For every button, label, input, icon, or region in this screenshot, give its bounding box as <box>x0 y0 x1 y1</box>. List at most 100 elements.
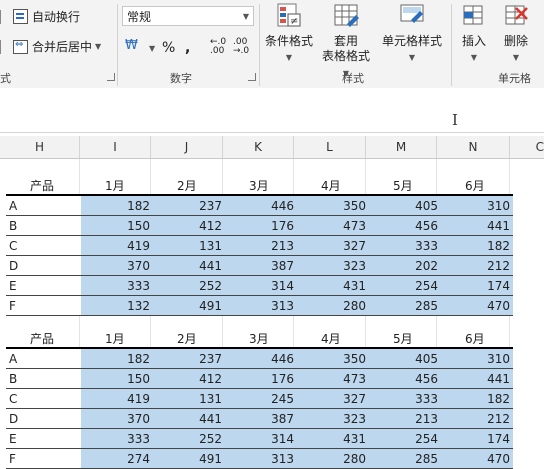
value-cell[interactable]: 419 <box>81 388 153 409</box>
header-cell[interactable]: 2月 <box>153 329 225 349</box>
wrap-text-button[interactable]: 自动换行 <box>0 8 80 25</box>
value-cell[interactable]: 313 <box>225 295 297 316</box>
value-cell[interactable]: 131 <box>153 235 225 256</box>
value-cell[interactable]: 333 <box>81 275 153 296</box>
value-cell[interactable]: 314 <box>225 275 297 296</box>
value-cell[interactable]: 174 <box>441 428 513 449</box>
header-cell[interactable]: 1月 <box>81 329 153 349</box>
value-cell[interactable]: 132 <box>81 295 153 316</box>
cell-styles-button[interactable]: 单元格样式 ▼ <box>378 0 446 65</box>
header-cell[interactable]: 3月 <box>225 176 297 196</box>
row-label-cell[interactable]: B <box>6 215 81 236</box>
value-cell[interactable]: 412 <box>153 215 225 236</box>
value-cell[interactable]: 350 <box>297 195 369 216</box>
dialog-launcher-icon[interactable] <box>107 73 115 81</box>
value-cell[interactable]: 441 <box>441 368 513 389</box>
row-label-cell[interactable]: F <box>6 295 81 316</box>
value-cell[interactable]: 327 <box>297 235 369 256</box>
value-cell[interactable]: 310 <box>441 195 513 216</box>
value-cell[interactable]: 212 <box>441 408 513 429</box>
value-cell[interactable]: 237 <box>153 348 225 369</box>
value-cell[interactable]: 473 <box>297 215 369 236</box>
value-cell[interactable]: 313 <box>225 448 297 469</box>
header-cell[interactable]: 4月 <box>297 329 369 349</box>
value-cell[interactable]: 182 <box>81 348 153 369</box>
value-cell[interactable]: 280 <box>297 448 369 469</box>
comma-button[interactable]: , <box>185 40 190 56</box>
value-cell[interactable]: 327 <box>297 388 369 409</box>
value-cell[interactable]: 333 <box>369 388 441 409</box>
value-cell[interactable]: 431 <box>297 275 369 296</box>
value-cell[interactable]: 274 <box>81 448 153 469</box>
value-cell[interactable]: 446 <box>225 195 297 216</box>
value-cell[interactable]: 252 <box>153 428 225 449</box>
value-cell[interactable]: 323 <box>297 255 369 276</box>
value-cell[interactable]: 212 <box>441 255 513 276</box>
value-cell[interactable]: 419 <box>81 235 153 256</box>
value-cell[interactable]: 182 <box>81 195 153 216</box>
value-cell[interactable]: 350 <box>297 348 369 369</box>
row-label-cell[interactable]: E <box>6 428 81 449</box>
row-label-cell[interactable]: A <box>6 348 81 369</box>
value-cell[interactable]: 446 <box>225 348 297 369</box>
value-cell[interactable]: 441 <box>153 255 225 276</box>
increase-decimal-button[interactable]: ←.0 .00 <box>210 38 232 56</box>
value-cell[interactable]: 285 <box>369 295 441 316</box>
value-cell[interactable]: 182 <box>441 235 513 256</box>
value-cell[interactable]: 491 <box>153 448 225 469</box>
value-cell[interactable]: 333 <box>369 235 441 256</box>
header-cell[interactable]: 6月 <box>441 329 513 349</box>
value-cell[interactable]: 176 <box>225 215 297 236</box>
value-cell[interactable]: 314 <box>225 428 297 449</box>
value-cell[interactable]: 405 <box>369 195 441 216</box>
row-label-cell[interactable]: C <box>6 235 81 256</box>
chevron-down-icon[interactable]: ▼ <box>95 42 101 51</box>
column-header-m[interactable]: M <box>366 136 437 158</box>
value-cell[interactable]: 456 <box>369 368 441 389</box>
value-cell[interactable]: 387 <box>225 255 297 276</box>
row-label-cell[interactable]: A <box>6 195 81 216</box>
value-cell[interactable]: 254 <box>369 275 441 296</box>
value-cell[interactable]: 237 <box>153 195 225 216</box>
percent-button[interactable]: % <box>162 40 175 56</box>
column-header-i[interactable]: I <box>80 136 151 158</box>
dialog-launcher-icon[interactable] <box>248 73 256 81</box>
value-cell[interactable]: 150 <box>81 215 153 236</box>
column-header-l[interactable]: L <box>294 136 366 158</box>
column-header-k[interactable]: K <box>223 136 294 158</box>
value-cell[interactable]: 473 <box>297 368 369 389</box>
column-header-next[interactable]: C <box>510 136 544 158</box>
value-cell[interactable]: 150 <box>81 368 153 389</box>
merge-center-button[interactable]: 合并后居中 ▼ <box>0 38 101 55</box>
chevron-down-icon[interactable]: ▼ <box>149 44 155 53</box>
header-cell[interactable]: 产品 <box>6 176 81 196</box>
value-cell[interactable]: 213 <box>369 408 441 429</box>
column-header-n[interactable]: N <box>437 136 510 158</box>
row-label-cell[interactable]: D <box>6 255 81 276</box>
value-cell[interactable]: 412 <box>153 368 225 389</box>
value-cell[interactable]: 245 <box>225 388 297 409</box>
value-cell[interactable]: 370 <box>81 408 153 429</box>
value-cell[interactable]: 405 <box>369 348 441 369</box>
conditional-format-button[interactable]: ≠ 条件格式 ▼ <box>263 0 315 65</box>
value-cell[interactable]: 441 <box>153 408 225 429</box>
value-cell[interactable]: 431 <box>297 428 369 449</box>
header-cell[interactable]: 4月 <box>297 176 369 196</box>
value-cell[interactable]: 131 <box>153 388 225 409</box>
currency-format-icon[interactable]: ₩ <box>125 38 138 53</box>
row-label-cell[interactable]: E <box>6 275 81 296</box>
row-label-cell[interactable]: F <box>6 448 81 469</box>
value-cell[interactable]: 202 <box>369 255 441 276</box>
value-cell[interactable]: 213 <box>225 235 297 256</box>
header-cell[interactable]: 6月 <box>441 176 513 196</box>
format-as-table-button[interactable]: 套用 表格格式 ▼ <box>318 0 374 81</box>
header-cell[interactable]: 5月 <box>369 329 441 349</box>
value-cell[interactable]: 323 <box>297 408 369 429</box>
value-cell[interactable]: 333 <box>81 428 153 449</box>
value-cell[interactable]: 491 <box>153 295 225 316</box>
value-cell[interactable]: 174 <box>441 275 513 296</box>
value-cell[interactable]: 252 <box>153 275 225 296</box>
value-cell[interactable]: 310 <box>441 348 513 369</box>
value-cell[interactable]: 441 <box>441 215 513 236</box>
header-cell[interactable]: 2月 <box>153 176 225 196</box>
